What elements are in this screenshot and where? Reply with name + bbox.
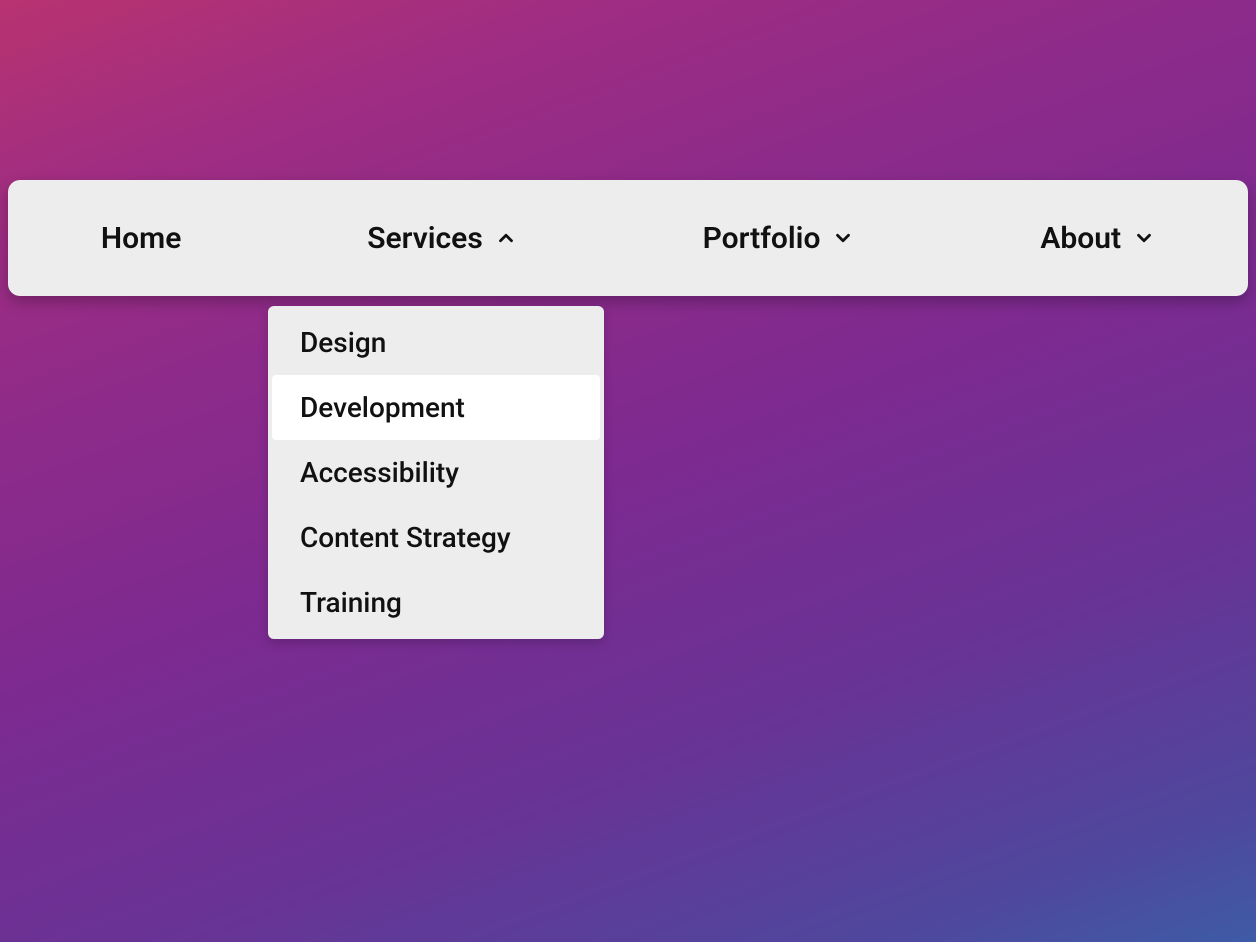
- nav-item-home[interactable]: Home: [81, 211, 201, 266]
- nav-item-portfolio[interactable]: Portfolio: [683, 211, 875, 266]
- chevron-down-icon: [832, 227, 854, 249]
- nav-label: Portfolio: [703, 221, 821, 256]
- dropdown-item-label: Training: [300, 586, 402, 619]
- services-dropdown: Design Development Accessibility Content…: [268, 306, 604, 639]
- nav-item-about[interactable]: About: [1020, 211, 1175, 266]
- navbar: Home Services Portfolio About: [8, 180, 1248, 296]
- nav-label: Services: [367, 221, 483, 256]
- dropdown-item-label: Content Strategy: [300, 521, 511, 554]
- dropdown-item-label: Design: [300, 326, 386, 359]
- dropdown-item-label: Accessibility: [300, 456, 459, 489]
- chevron-down-icon: [1133, 227, 1155, 249]
- dropdown-item-accessibility[interactable]: Accessibility: [272, 440, 600, 505]
- dropdown-item-training[interactable]: Training: [272, 570, 600, 635]
- chevron-up-icon: [495, 227, 517, 249]
- nav-item-services[interactable]: Services: [347, 211, 537, 266]
- dropdown-item-development[interactable]: Development: [272, 375, 600, 440]
- nav-label: Home: [101, 221, 181, 256]
- dropdown-item-content-strategy[interactable]: Content Strategy: [272, 505, 600, 570]
- dropdown-item-design[interactable]: Design: [272, 310, 600, 375]
- dropdown-item-label: Development: [300, 391, 465, 424]
- nav-label: About: [1040, 221, 1121, 256]
